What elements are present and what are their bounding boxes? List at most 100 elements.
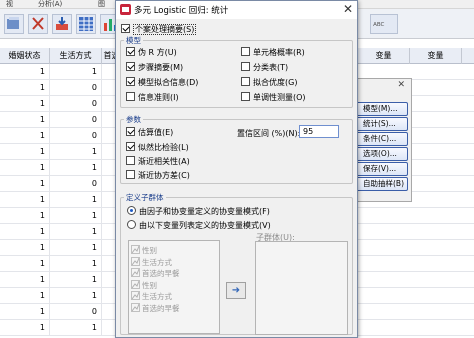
table-cell[interactable]: 0 bbox=[50, 128, 102, 144]
likelihood-ratio-checkbox[interactable] bbox=[126, 142, 135, 151]
column-header-var1[interactable]: 变量 bbox=[358, 48, 410, 64]
table-cell[interactable]: 1 bbox=[0, 272, 50, 288]
subpopulation-list[interactable] bbox=[255, 241, 348, 335]
list-item[interactable]: 生活方式 bbox=[131, 256, 172, 268]
pseudo-r2-label: 伪 R 方(U) bbox=[138, 48, 177, 57]
table-cell[interactable]: 1 bbox=[0, 208, 50, 224]
column-header-var2[interactable]: 变量 bbox=[410, 48, 462, 64]
model-group-title: 模型 bbox=[124, 35, 143, 46]
classification-table-checkbox[interactable] bbox=[241, 62, 250, 71]
likelihood-ratio-label: 似然比检验(L) bbox=[138, 143, 189, 152]
menu-graphs[interactable]: 图 bbox=[98, 0, 105, 9]
table-cell[interactable]: 1 bbox=[0, 128, 50, 144]
table-cell[interactable]: 1 bbox=[0, 80, 50, 96]
side-button[interactable]: 统计(S)... bbox=[356, 117, 408, 131]
move-right-arrow-button[interactable]: ➜ bbox=[226, 282, 246, 299]
list-item[interactable]: 性别 bbox=[131, 245, 157, 256]
model-fit-label: 模型拟合信息(D) bbox=[138, 78, 199, 87]
abc-icon[interactable]: ABC bbox=[370, 14, 398, 34]
table-cell[interactable]: 1 bbox=[50, 224, 102, 240]
table-cell[interactable]: 1 bbox=[50, 144, 102, 160]
pseudo-r2-checkbox[interactable] bbox=[126, 47, 135, 56]
cell-prob-checkbox[interactable] bbox=[241, 47, 250, 56]
model-fit-checkbox[interactable] bbox=[126, 77, 135, 86]
asymptotic-cov-checkbox[interactable] bbox=[126, 170, 135, 179]
confidence-interval-label: 置信区间 (%)(N): bbox=[237, 129, 301, 138]
goodness-of-fit-label: 拟合优度(G) bbox=[253, 78, 298, 87]
close-icon[interactable]: ✕ bbox=[343, 2, 353, 16]
data-grid-icon[interactable] bbox=[76, 14, 96, 34]
side-button[interactable]: 自助抽样(B) bbox=[356, 177, 408, 191]
step-summary-checkbox[interactable] bbox=[126, 62, 135, 71]
menu-analyze[interactable]: 分析(A) bbox=[38, 0, 62, 9]
table-cell[interactable]: 1 bbox=[50, 240, 102, 256]
spss-app-icon bbox=[120, 4, 131, 15]
list-item[interactable]: 首选的早餐 bbox=[131, 302, 180, 314]
table-cell[interactable]: 1 bbox=[0, 288, 50, 304]
table-cell[interactable]: 1 bbox=[0, 64, 50, 80]
table-cell[interactable]: 1 bbox=[0, 240, 50, 256]
table-cell[interactable]: 1 bbox=[0, 112, 50, 128]
table-cell[interactable]: 1 bbox=[50, 256, 102, 272]
table-cell[interactable]: 1 bbox=[50, 208, 102, 224]
side-button[interactable]: 选项(O)... bbox=[356, 147, 408, 161]
table-cell[interactable]: 1 bbox=[0, 304, 50, 320]
table-cell[interactable]: 1 bbox=[50, 288, 102, 304]
subpop-by-varlist-label: 由以下变量列表定义的协变量模式(V) bbox=[139, 221, 271, 230]
insert-case-icon[interactable] bbox=[52, 14, 72, 34]
table-cell[interactable]: 1 bbox=[0, 224, 50, 240]
table-cell[interactable]: 0 bbox=[50, 80, 102, 96]
confidence-interval-input[interactable]: 95 bbox=[299, 125, 339, 138]
table-cell[interactable]: 1 bbox=[50, 320, 102, 336]
table-cell[interactable]: 1 bbox=[0, 176, 50, 192]
table-cell[interactable]: 0 bbox=[50, 304, 102, 320]
dialog-titlebar[interactable]: 多元 Logistic 回归: 统计 ✕ bbox=[116, 1, 357, 19]
classification-table-label: 分类表(T) bbox=[253, 63, 289, 72]
subpop-by-varlist-radio[interactable] bbox=[127, 220, 136, 229]
table-cell[interactable]: 0 bbox=[50, 112, 102, 128]
table-cell[interactable]: 0 bbox=[50, 176, 102, 192]
subpop-by-factors-label: 由因子和协变量定义的协变量模式(F) bbox=[139, 207, 270, 216]
cell-prob-label: 单元格概率(R) bbox=[253, 48, 305, 57]
asymptotic-corr-label: 渐近相关性(A) bbox=[138, 157, 190, 166]
case-summary-checkbox[interactable] bbox=[121, 24, 130, 33]
table-cell[interactable]: 1 bbox=[0, 256, 50, 272]
goodness-of-fit-checkbox[interactable] bbox=[241, 77, 250, 86]
list-item[interactable]: 首选的早餐 bbox=[131, 268, 180, 279]
table-cell[interactable]: 1 bbox=[0, 320, 50, 336]
open-icon[interactable] bbox=[4, 14, 24, 34]
svg-text:ABC: ABC bbox=[373, 22, 384, 28]
side-button[interactable]: 保存(V)... bbox=[356, 162, 408, 176]
table-cell[interactable]: 1 bbox=[50, 272, 102, 288]
estimates-checkbox[interactable] bbox=[126, 127, 135, 136]
table-cell[interactable]: 1 bbox=[50, 192, 102, 208]
table-cell[interactable]: 1 bbox=[0, 160, 50, 176]
close-icon[interactable]: ✕ bbox=[397, 80, 405, 90]
side-button[interactable]: 模型(M)... bbox=[356, 102, 408, 116]
step-summary-label: 步骤摘要(M) bbox=[138, 63, 184, 72]
table-cell[interactable]: 1 bbox=[0, 192, 50, 208]
side-button[interactable]: 条件(C)... bbox=[356, 132, 408, 146]
list-item[interactable]: 生活方式 bbox=[131, 291, 172, 302]
info-criteria-checkbox[interactable] bbox=[126, 92, 135, 101]
info-criteria-label: 信息准则(I) bbox=[138, 93, 179, 102]
table-cell[interactable]: 1 bbox=[50, 160, 102, 176]
cut-icon[interactable] bbox=[28, 14, 48, 34]
column-header-marital[interactable]: 婚姻状态 bbox=[0, 48, 50, 64]
subpopulation-group-title: 定义子群体 bbox=[124, 192, 166, 203]
table-cell[interactable]: 1 bbox=[0, 96, 50, 112]
monotonicity-checkbox[interactable] bbox=[241, 92, 250, 101]
estimates-label: 估算值(E) bbox=[138, 128, 174, 137]
menu-view[interactable]: 视 bbox=[6, 0, 13, 9]
list-item[interactable]: 性别 bbox=[131, 279, 157, 291]
variable-list[interactable]: 性别 生活方式 首选的早餐 性别 生活方式 首选的早餐 bbox=[128, 240, 220, 334]
table-cell[interactable]: 1 bbox=[0, 144, 50, 160]
column-header-lifestyle[interactable]: 生活方式 bbox=[50, 48, 102, 64]
dialog-title: 多元 Logistic 回归: 统计 bbox=[134, 6, 229, 16]
table-cell[interactable]: 0 bbox=[50, 96, 102, 112]
monotonicity-label: 单调性测量(O) bbox=[253, 93, 306, 102]
asymptotic-corr-checkbox[interactable] bbox=[126, 156, 135, 165]
parameters-group-title: 参数 bbox=[124, 114, 143, 125]
subpop-by-factors-radio[interactable] bbox=[127, 206, 136, 215]
table-cell[interactable]: 1 bbox=[50, 64, 102, 80]
